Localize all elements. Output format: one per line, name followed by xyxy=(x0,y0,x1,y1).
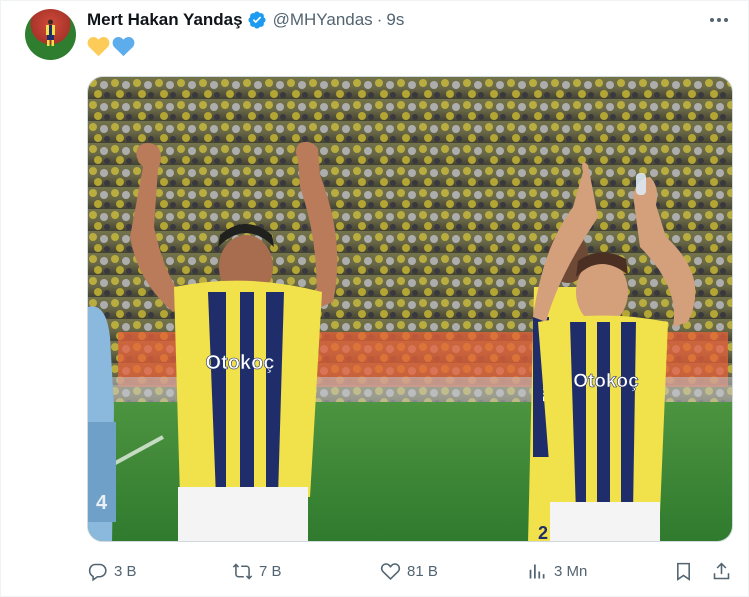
blue-heart-icon xyxy=(112,36,135,57)
jersey-number-right: 2 xyxy=(538,523,548,542)
avatar[interactable] xyxy=(25,9,76,60)
reply-icon xyxy=(88,563,107,581)
bookmark-button[interactable] xyxy=(673,557,700,585)
timestamp[interactable]: 9s xyxy=(386,10,404,30)
jersey-text-left: Otokoç xyxy=(206,352,275,374)
bookmark-icon xyxy=(677,562,690,581)
views-icon xyxy=(529,564,545,578)
heart-icon xyxy=(380,562,401,580)
tweet-card[interactable]: Mert Hakan Yandaş @MHYandas · 9s Otokoç … xyxy=(0,0,749,597)
display-name[interactable]: Mert Hakan Yandaş xyxy=(87,10,243,30)
reply-button[interactable]: 3 B xyxy=(87,557,137,585)
tweet-header: Mert Hakan Yandaş @MHYandas · 9s xyxy=(87,9,404,31)
verified-badge-icon[interactable] xyxy=(247,10,267,30)
tweet-photo[interactable]: Otokoç PUMA 2 Otokoç xyxy=(87,76,733,542)
more-options-icon[interactable] xyxy=(708,9,730,31)
reply-count: 3 B xyxy=(114,562,137,580)
separator-dot: · xyxy=(376,10,383,29)
retweet-count: 7 B xyxy=(259,562,282,580)
retweet-button[interactable]: 7 B xyxy=(232,557,282,585)
photo-icon: Otokoç PUMA 2 Otokoç xyxy=(88,77,732,542)
avatar-player-figure xyxy=(46,19,55,46)
action-bar: 3 B 7 B 81 B 3 Mn xyxy=(87,557,737,585)
views-button[interactable]: 3 Mn xyxy=(527,557,587,585)
tweet-text xyxy=(87,35,135,59)
like-button[interactable]: 81 B xyxy=(380,557,438,585)
share-button[interactable] xyxy=(711,557,738,585)
retweet-icon xyxy=(232,562,253,580)
views-count: 3 Mn xyxy=(554,562,588,580)
jersey-number-left: 4 xyxy=(96,492,108,514)
like-count: 81 B xyxy=(407,562,438,580)
handle[interactable]: @MHYandas xyxy=(273,10,373,30)
share-icon xyxy=(713,562,730,579)
yellow-heart-icon xyxy=(87,36,110,57)
jersey-text-right: Otokoç xyxy=(573,371,639,392)
